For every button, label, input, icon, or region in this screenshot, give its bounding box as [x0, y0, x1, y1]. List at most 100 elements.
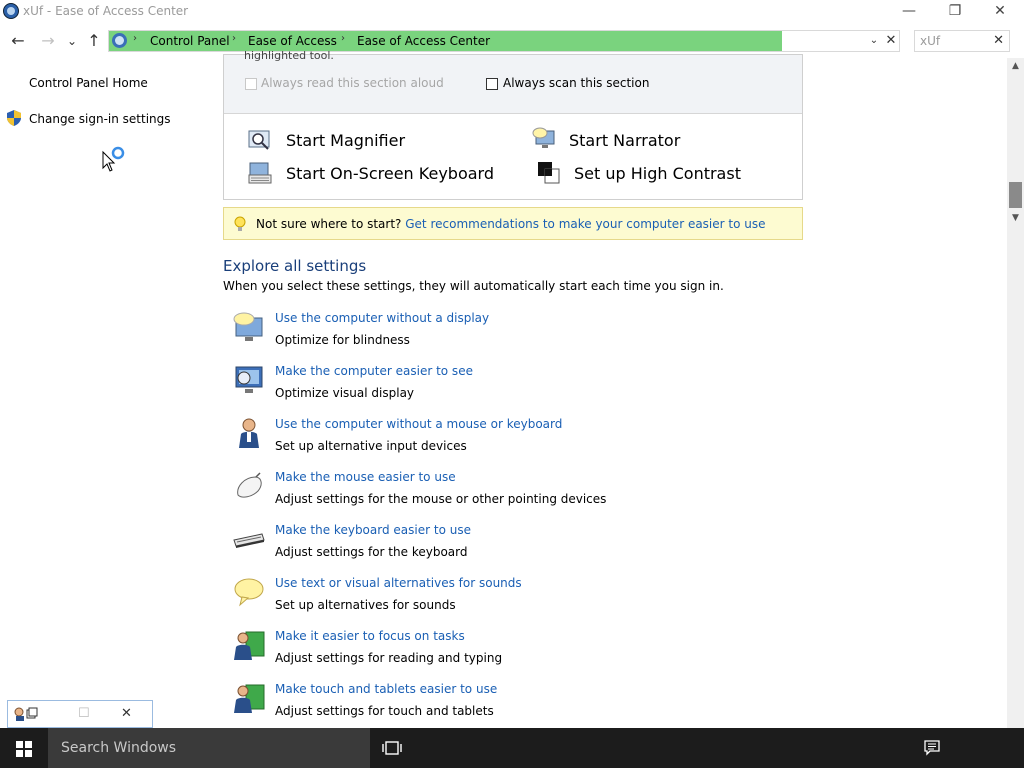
- change-signin-settings-link[interactable]: Change sign-in settings: [29, 112, 171, 126]
- narrator-icon: [532, 127, 555, 148]
- forward-button[interactable]: →: [38, 31, 58, 51]
- window-icon: [14, 707, 38, 721]
- setting-item[interactable]: Make it easier to focus on tasks Adjust …: [230, 628, 790, 674]
- quick-access-panel: highlighted tool. Always read this secti…: [223, 49, 803, 200]
- close-button[interactable]: ✕: [977, 0, 1023, 24]
- setting-item[interactable]: Make the keyboard easier to use Adjust s…: [230, 522, 790, 568]
- start-button[interactable]: [0, 728, 48, 768]
- setting-item[interactable]: Use the computer without a display Optim…: [230, 310, 790, 356]
- control-panel-home-link[interactable]: Control Panel Home: [29, 76, 148, 90]
- setting-title[interactable]: Make touch and tablets easier to use: [275, 682, 497, 696]
- keyboard-icon: [233, 533, 265, 548]
- breadcrumb-separator: ›: [232, 33, 236, 44]
- lightbulb-icon: [234, 216, 246, 231]
- control-panel-icon: [3, 3, 19, 19]
- mouse-icon: [237, 472, 262, 498]
- taskbar-search-placeholder: Search Windows: [61, 740, 177, 756]
- high-contrast-icon: [538, 162, 560, 184]
- breadcrumb-control-panel[interactable]: Control Panel: [150, 34, 230, 48]
- breadcrumb-separator: ›: [133, 33, 137, 44]
- breadcrumb-separator: ›: [341, 33, 345, 44]
- busy-cursor-icon: [102, 146, 125, 172]
- search-value: xUf: [920, 34, 941, 48]
- setting-title[interactable]: Use the computer without a display: [275, 311, 489, 325]
- explore-subtitle: When you select these settings, they wil…: [223, 279, 724, 293]
- get-recommendations-link[interactable]: Get recommendations to make your compute…: [405, 217, 765, 231]
- setup-high-contrast-link[interactable]: Set up High Contrast: [574, 164, 741, 183]
- setting-description: Adjust settings for touch and tablets: [275, 704, 494, 718]
- person-icon: [239, 418, 259, 448]
- setting-description: Set up alternatives for sounds: [275, 598, 456, 612]
- minimized-window[interactable]: ☐ ✕: [7, 700, 153, 728]
- read-aloud-label: Always read this section aloud: [261, 76, 444, 90]
- person-touch-icon: [234, 684, 265, 713]
- setting-description: Adjust settings for the keyboard: [275, 545, 468, 559]
- setting-title[interactable]: Use the computer without a mouse or keyb…: [275, 417, 562, 431]
- magnifier-icon: [248, 130, 270, 150]
- explore-heading: Explore all settings: [223, 257, 367, 275]
- scroll-up-icon[interactable]: ▲: [1007, 58, 1024, 75]
- search-input[interactable]: xUf ✕: [914, 30, 1010, 52]
- person-focus-icon: [234, 631, 265, 660]
- task-view-button[interactable]: [372, 728, 412, 768]
- onscreen-keyboard-icon: [248, 162, 272, 184]
- quick-access-options: highlighted tool. Always read this secti…: [224, 49, 802, 114]
- setting-item[interactable]: Make the computer easier to see Optimize…: [230, 363, 790, 409]
- scan-section-checkbox[interactable]: [486, 78, 498, 90]
- read-aloud-checkbox[interactable]: [245, 78, 257, 90]
- title-bar: xUf - Ease of Access Center — ❐ ✕: [0, 0, 1024, 24]
- breadcrumb-ease-of-access[interactable]: Ease of Access: [248, 34, 337, 48]
- recent-locations-button[interactable]: ⌄: [62, 31, 82, 51]
- setting-description: Set up alternative input devices: [275, 439, 467, 453]
- monitor-icon: [235, 366, 263, 393]
- control-panel-icon: [112, 33, 127, 48]
- recommendation-banner: Not sure where to start? Get recommendat…: [223, 207, 803, 240]
- breadcrumb: › Control Panel › Ease of Access › Ease …: [109, 31, 782, 51]
- setting-description: Adjust settings for the mouse or other p…: [275, 492, 607, 506]
- setting-title[interactable]: Make the computer easier to see: [275, 364, 473, 378]
- start-narrator-link[interactable]: Start Narrator: [569, 131, 680, 150]
- navigation-bar: ← → ⌄ ↑ › Control Panel › Ease of Access…: [0, 28, 1024, 54]
- chevron-down-icon[interactable]: ⌄: [867, 32, 881, 50]
- section-heading-cut: highlighted tool.: [244, 49, 334, 62]
- setting-title[interactable]: Make the mouse easier to use: [275, 470, 456, 484]
- scroll-thumb[interactable]: [1009, 182, 1022, 208]
- up-button[interactable]: ↑: [84, 31, 104, 51]
- shield-icon: [7, 110, 21, 126]
- task-view-icon: [382, 741, 402, 755]
- windows-logo-icon: [16, 741, 32, 757]
- window-title: xUf - Ease of Access Center: [23, 4, 189, 18]
- notification-icon: [924, 740, 940, 756]
- maximize-icon[interactable]: ☐: [78, 706, 90, 721]
- setting-description: Optimize for blindness: [275, 333, 410, 347]
- setting-item[interactable]: Make the mouse easier to use Adjust sett…: [230, 469, 790, 515]
- back-button[interactable]: ←: [8, 31, 28, 51]
- action-center-button[interactable]: [912, 728, 952, 768]
- setting-item[interactable]: Use text or visual alternatives for soun…: [230, 575, 790, 621]
- restore-button[interactable]: ❐: [932, 0, 978, 24]
- taskbar: Search Windows: [0, 728, 1024, 768]
- tip-prefix: Not sure where to start?: [256, 217, 402, 231]
- vertical-scrollbar[interactable]: ▲ ▼: [1007, 58, 1024, 728]
- speech-bubble-icon: [234, 578, 264, 607]
- monitor-speech-icon: [233, 312, 263, 341]
- setting-description: Optimize visual display: [275, 386, 415, 400]
- scan-section-label: Always scan this section: [503, 76, 650, 90]
- breadcrumb-ease-of-access-center[interactable]: Ease of Access Center: [357, 34, 490, 48]
- search-clear-button[interactable]: ✕: [993, 33, 1004, 48]
- address-bar[interactable]: › Control Panel › Ease of Access › Ease …: [108, 30, 900, 52]
- minimize-button[interactable]: —: [886, 0, 932, 24]
- close-icon[interactable]: ✕: [121, 706, 132, 721]
- taskbar-search-box[interactable]: Search Windows: [48, 728, 370, 768]
- clear-address-button[interactable]: ✕: [884, 32, 898, 50]
- setting-item[interactable]: Use the computer without a mouse or keyb…: [230, 416, 790, 462]
- start-onscreen-keyboard-link[interactable]: Start On-Screen Keyboard: [286, 164, 494, 183]
- tip-text: Not sure where to start? Get recommendat…: [256, 217, 766, 231]
- start-magnifier-link[interactable]: Start Magnifier: [286, 131, 405, 150]
- setting-description: Adjust settings for reading and typing: [275, 651, 503, 665]
- setting-title[interactable]: Use text or visual alternatives for soun…: [275, 576, 522, 590]
- setting-item[interactable]: Make touch and tablets easier to use Adj…: [230, 681, 790, 727]
- setting-title[interactable]: Make it easier to focus on tasks: [275, 629, 465, 643]
- setting-title[interactable]: Make the keyboard easier to use: [275, 523, 471, 537]
- scroll-down-icon[interactable]: ▼: [1007, 211, 1024, 225]
